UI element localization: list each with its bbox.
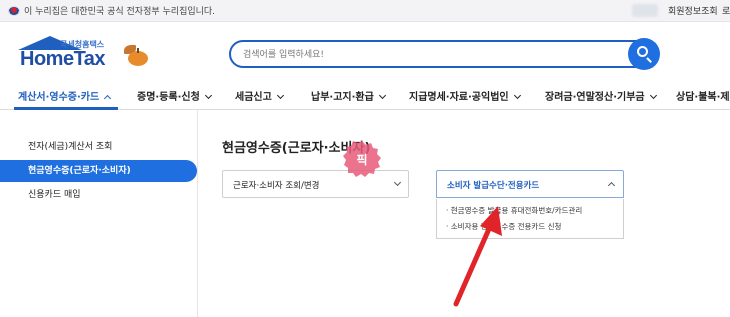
nav-item-certificates[interactable]: 증명·등록·신청 bbox=[137, 88, 212, 103]
login-link[interactable]: 로 bbox=[722, 4, 730, 17]
sidebar-item-credit-card[interactable]: 신용카드 매입 bbox=[0, 184, 197, 206]
chevron-down-icon bbox=[378, 91, 386, 100]
search-button[interactable] bbox=[628, 38, 660, 70]
nav-active-indicator bbox=[14, 107, 118, 110]
chevron-down-icon bbox=[513, 91, 521, 100]
chevron-down-icon bbox=[393, 178, 402, 187]
pick-stamp-badge: 픽 bbox=[343, 140, 381, 178]
blurred-user-avatar bbox=[632, 4, 658, 17]
chevron-up-icon bbox=[607, 181, 616, 190]
nav-item-consulting[interactable]: 상담·불복·제 bbox=[676, 88, 730, 103]
stamp-text: 픽 bbox=[356, 153, 368, 167]
sidebar-divider bbox=[197, 110, 198, 317]
nav-item-receipts[interactable]: 계산서·영수증·카드 bbox=[18, 88, 112, 103]
nav-item-payment[interactable]: 납부·고지·환급 bbox=[311, 88, 386, 103]
hometax-logo[interactable]: 국세청홈택스 HomeTax bbox=[18, 36, 158, 76]
red-arrow-annotation bbox=[453, 206, 502, 307]
logo-title: HomeTax bbox=[20, 48, 106, 70]
nav-item-statements[interactable]: 지급명세·자료·공익법인 bbox=[409, 88, 521, 103]
member-info-link[interactable]: 회원정보조회 bbox=[668, 4, 718, 17]
nav-item-tax-filing[interactable]: 세금신고 bbox=[235, 88, 284, 103]
gov-notice-text: 이 누리집은 대한민국 공식 전자정부 누리집입니다. bbox=[24, 7, 216, 17]
chevron-down-icon bbox=[649, 91, 657, 100]
korea-flag-icon bbox=[8, 6, 20, 16]
nav-item-incentives[interactable]: 장려금·연말정산·기부금 bbox=[545, 88, 657, 103]
search-bar bbox=[229, 40, 659, 68]
pumpkin-icon bbox=[124, 45, 150, 67]
chevron-down-icon bbox=[204, 91, 212, 100]
sidebar-item-e-invoice[interactable]: 전자(세금)계산서 조회 bbox=[0, 136, 197, 158]
gov-banner: 이 누리집은 대한민국 공식 전자정부 누리집입니다. 회원정보조회 로 bbox=[0, 0, 730, 22]
chevron-down-icon bbox=[276, 91, 284, 100]
search-icon bbox=[637, 46, 648, 57]
search-input[interactable] bbox=[243, 47, 613, 63]
main-navigation: 계산서·영수증·카드 증명·등록·신청 세금신고 납부·고지·환급 지급명세·자… bbox=[0, 82, 730, 110]
payment-method-select[interactable]: 소비자 발급수단·전용카드 bbox=[436, 170, 624, 198]
sidebar-item-cash-receipt[interactable]: 현금영수증(근로자·소비자) bbox=[0, 160, 197, 182]
chevron-up-icon bbox=[104, 94, 112, 103]
